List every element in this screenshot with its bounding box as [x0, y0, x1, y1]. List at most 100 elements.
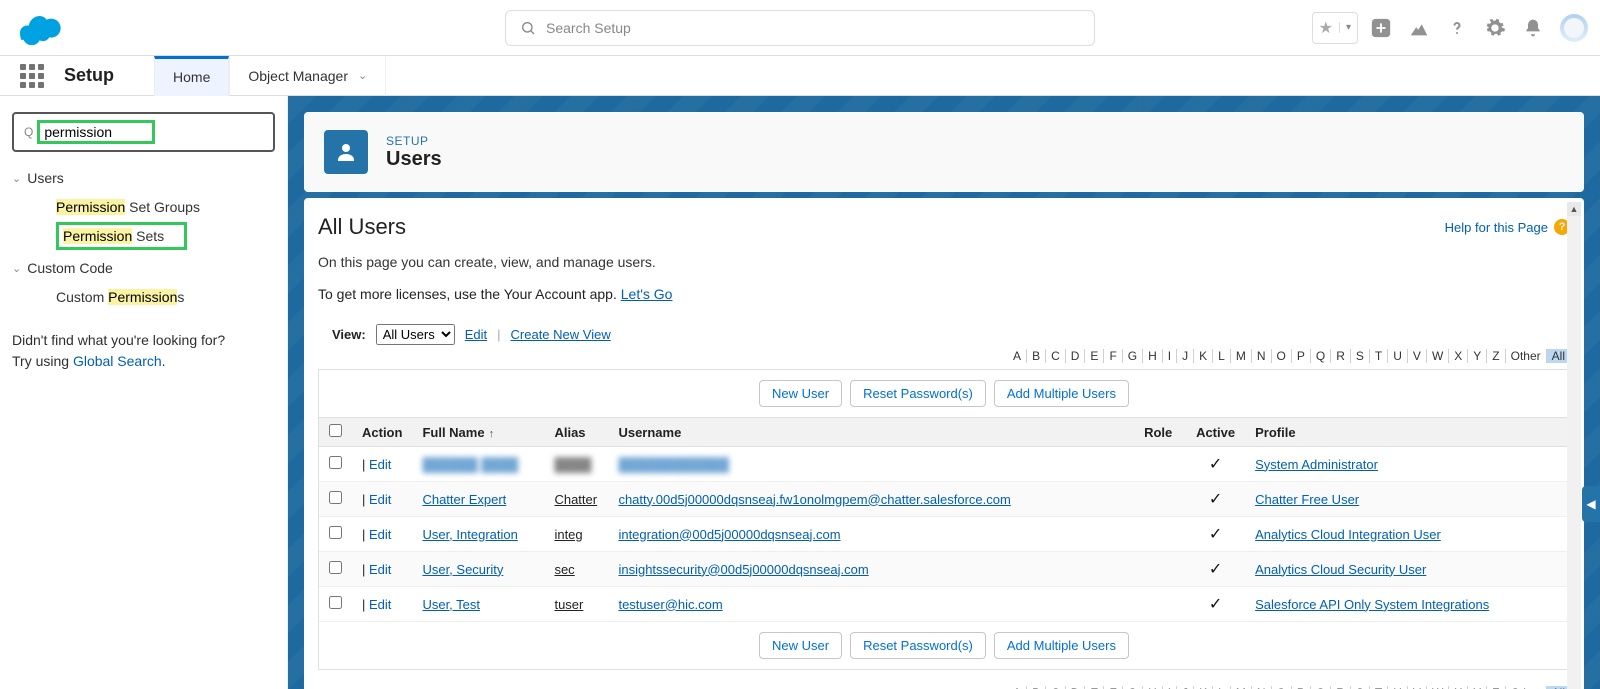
quick-find-box[interactable]: Q [12, 112, 275, 152]
alpha-u[interactable]: U [1387, 349, 1407, 363]
row-checkbox[interactable] [329, 456, 342, 469]
chevron-down-icon: ⌄ [12, 262, 21, 275]
nav-custom-permissions[interactable]: Custom Permissions [56, 282, 184, 312]
user-profile: System Administrator [1245, 447, 1569, 482]
alpha-c[interactable]: C [1045, 349, 1065, 363]
tree-users[interactable]: ⌄ Users [12, 170, 275, 186]
alpha-b[interactable]: B [1026, 349, 1045, 363]
alpha-other[interactable]: Other [1505, 349, 1546, 363]
tree-custom-code[interactable]: ⌄ Custom Code [12, 260, 275, 276]
gear-icon[interactable] [1480, 13, 1510, 43]
user-alias: ████ [544, 447, 608, 482]
alpha-p[interactable]: P [1291, 349, 1310, 363]
alpha-k[interactable]: K [1193, 349, 1212, 363]
highlight: Permission [56, 199, 125, 215]
edit-view-link[interactable]: Edit [465, 327, 487, 342]
nav-permission-sets[interactable]: Permission Sets [56, 222, 187, 250]
users-object-icon [324, 130, 368, 174]
edit-link[interactable]: Edit [369, 457, 391, 472]
alpha-g[interactable]: G [1122, 349, 1142, 363]
add-icon[interactable] [1366, 13, 1396, 43]
view-label: View: [332, 327, 366, 342]
alpha-x[interactable]: X [1448, 349, 1467, 363]
user-username: ████████████ [608, 447, 1134, 482]
add-multiple-users-button[interactable]: Add Multiple Users [994, 632, 1129, 659]
app-launcher-icon[interactable] [20, 64, 44, 88]
alpha-t[interactable]: T [1369, 349, 1387, 363]
alpha-a[interactable]: A [1008, 349, 1026, 363]
user-avatar[interactable] [1560, 14, 1588, 42]
row-checkbox[interactable] [329, 596, 342, 609]
select-all-checkbox[interactable] [329, 424, 342, 437]
panel-toggle-icon[interactable]: ◀ [1582, 486, 1600, 522]
reset-password-button[interactable]: Reset Password(s) [850, 632, 986, 659]
favorites-button[interactable]: ★ ▾ [1312, 12, 1358, 44]
new-user-button[interactable]: New User [759, 380, 842, 407]
alpha-z[interactable]: Z [1486, 349, 1504, 363]
edit-link[interactable]: Edit [369, 492, 391, 507]
global-search-input[interactable] [546, 20, 1080, 36]
help-link[interactable]: Help for this Page? [1445, 219, 1570, 235]
edit-link[interactable]: Edit [369, 527, 391, 542]
new-user-button[interactable]: New User [759, 632, 842, 659]
user-name-link[interactable]: User, Test [422, 597, 480, 612]
alpha-w[interactable]: W [1426, 349, 1448, 363]
tree-users-label: Users [27, 170, 64, 186]
user-role [1134, 482, 1186, 517]
user-alias: Chatter [544, 482, 608, 517]
col-role[interactable]: Role [1134, 418, 1186, 447]
reset-password-button[interactable]: Reset Password(s) [850, 380, 986, 407]
alpha-v[interactable]: V [1407, 349, 1426, 363]
user-profile: Analytics Cloud Integration User [1245, 517, 1569, 552]
user-active: ✓ [1186, 552, 1245, 587]
help-icon[interactable] [1442, 13, 1472, 43]
user-name-link[interactable]: ██████ ████ [422, 457, 518, 472]
scrollbar[interactable]: ▲▼ [1566, 202, 1582, 689]
user-name-link[interactable]: Chatter Expert [422, 492, 506, 507]
trailhead-icon[interactable] [1404, 13, 1434, 43]
create-view-link[interactable]: Create New View [511, 327, 611, 342]
quick-find-not-found: Didn't find what you're looking for? Try… [12, 330, 275, 372]
users-table: Action Full Name↑ Alias Username Role Ac… [319, 417, 1569, 622]
alpha-m[interactable]: M [1230, 349, 1251, 363]
alpha-r[interactable]: R [1330, 349, 1350, 363]
alpha-i[interactable]: I [1162, 349, 1176, 363]
add-multiple-users-button[interactable]: Add Multiple Users [994, 380, 1129, 407]
lets-go-link[interactable]: Let's Go [621, 286, 673, 302]
license-note: To get more licenses, use the Your Accou… [318, 286, 1570, 302]
alpha-j[interactable]: J [1176, 349, 1193, 363]
alpha-f[interactable]: F [1103, 349, 1121, 363]
edit-link[interactable]: Edit [369, 597, 391, 612]
alpha-n[interactable]: N [1251, 349, 1271, 363]
alpha-o[interactable]: O [1271, 349, 1291, 363]
alpha-d[interactable]: D [1065, 349, 1085, 363]
tab-object-manager[interactable]: Object Manager ⌄ [229, 56, 386, 96]
row-checkbox[interactable] [329, 561, 342, 574]
nav-permission-set-groups[interactable]: Permission Set Groups [56, 192, 200, 222]
tab-home[interactable]: Home [154, 56, 229, 96]
view-select[interactable]: All Users [376, 324, 455, 345]
edit-link[interactable]: Edit [369, 562, 391, 577]
alpha-q[interactable]: Q [1310, 349, 1330, 363]
global-search-link[interactable]: Global Search [73, 353, 162, 369]
col-name[interactable]: Full Name↑ [412, 418, 544, 447]
col-profile[interactable]: Profile [1245, 418, 1569, 447]
chevron-down-icon[interactable]: ▾ [1339, 22, 1357, 33]
user-alias: integ [544, 517, 608, 552]
alpha-s[interactable]: S [1350, 349, 1369, 363]
alpha-e[interactable]: E [1084, 349, 1103, 363]
alpha-y[interactable]: Y [1467, 349, 1486, 363]
col-alias[interactable]: Alias [544, 418, 608, 447]
global-search[interactable] [505, 10, 1095, 46]
user-name-link[interactable]: User, Security [422, 562, 503, 577]
col-active[interactable]: Active [1186, 418, 1245, 447]
bell-icon[interactable] [1518, 13, 1548, 43]
row-checkbox[interactable] [329, 491, 342, 504]
row-checkbox[interactable] [329, 526, 342, 539]
col-username[interactable]: Username [608, 418, 1134, 447]
chevron-down-icon[interactable]: ⌄ [358, 69, 367, 82]
alpha-l[interactable]: L [1212, 349, 1230, 363]
alpha-h[interactable]: H [1142, 349, 1162, 363]
quick-find-input[interactable] [44, 124, 124, 140]
user-name-link[interactable]: User, Integration [422, 527, 517, 542]
